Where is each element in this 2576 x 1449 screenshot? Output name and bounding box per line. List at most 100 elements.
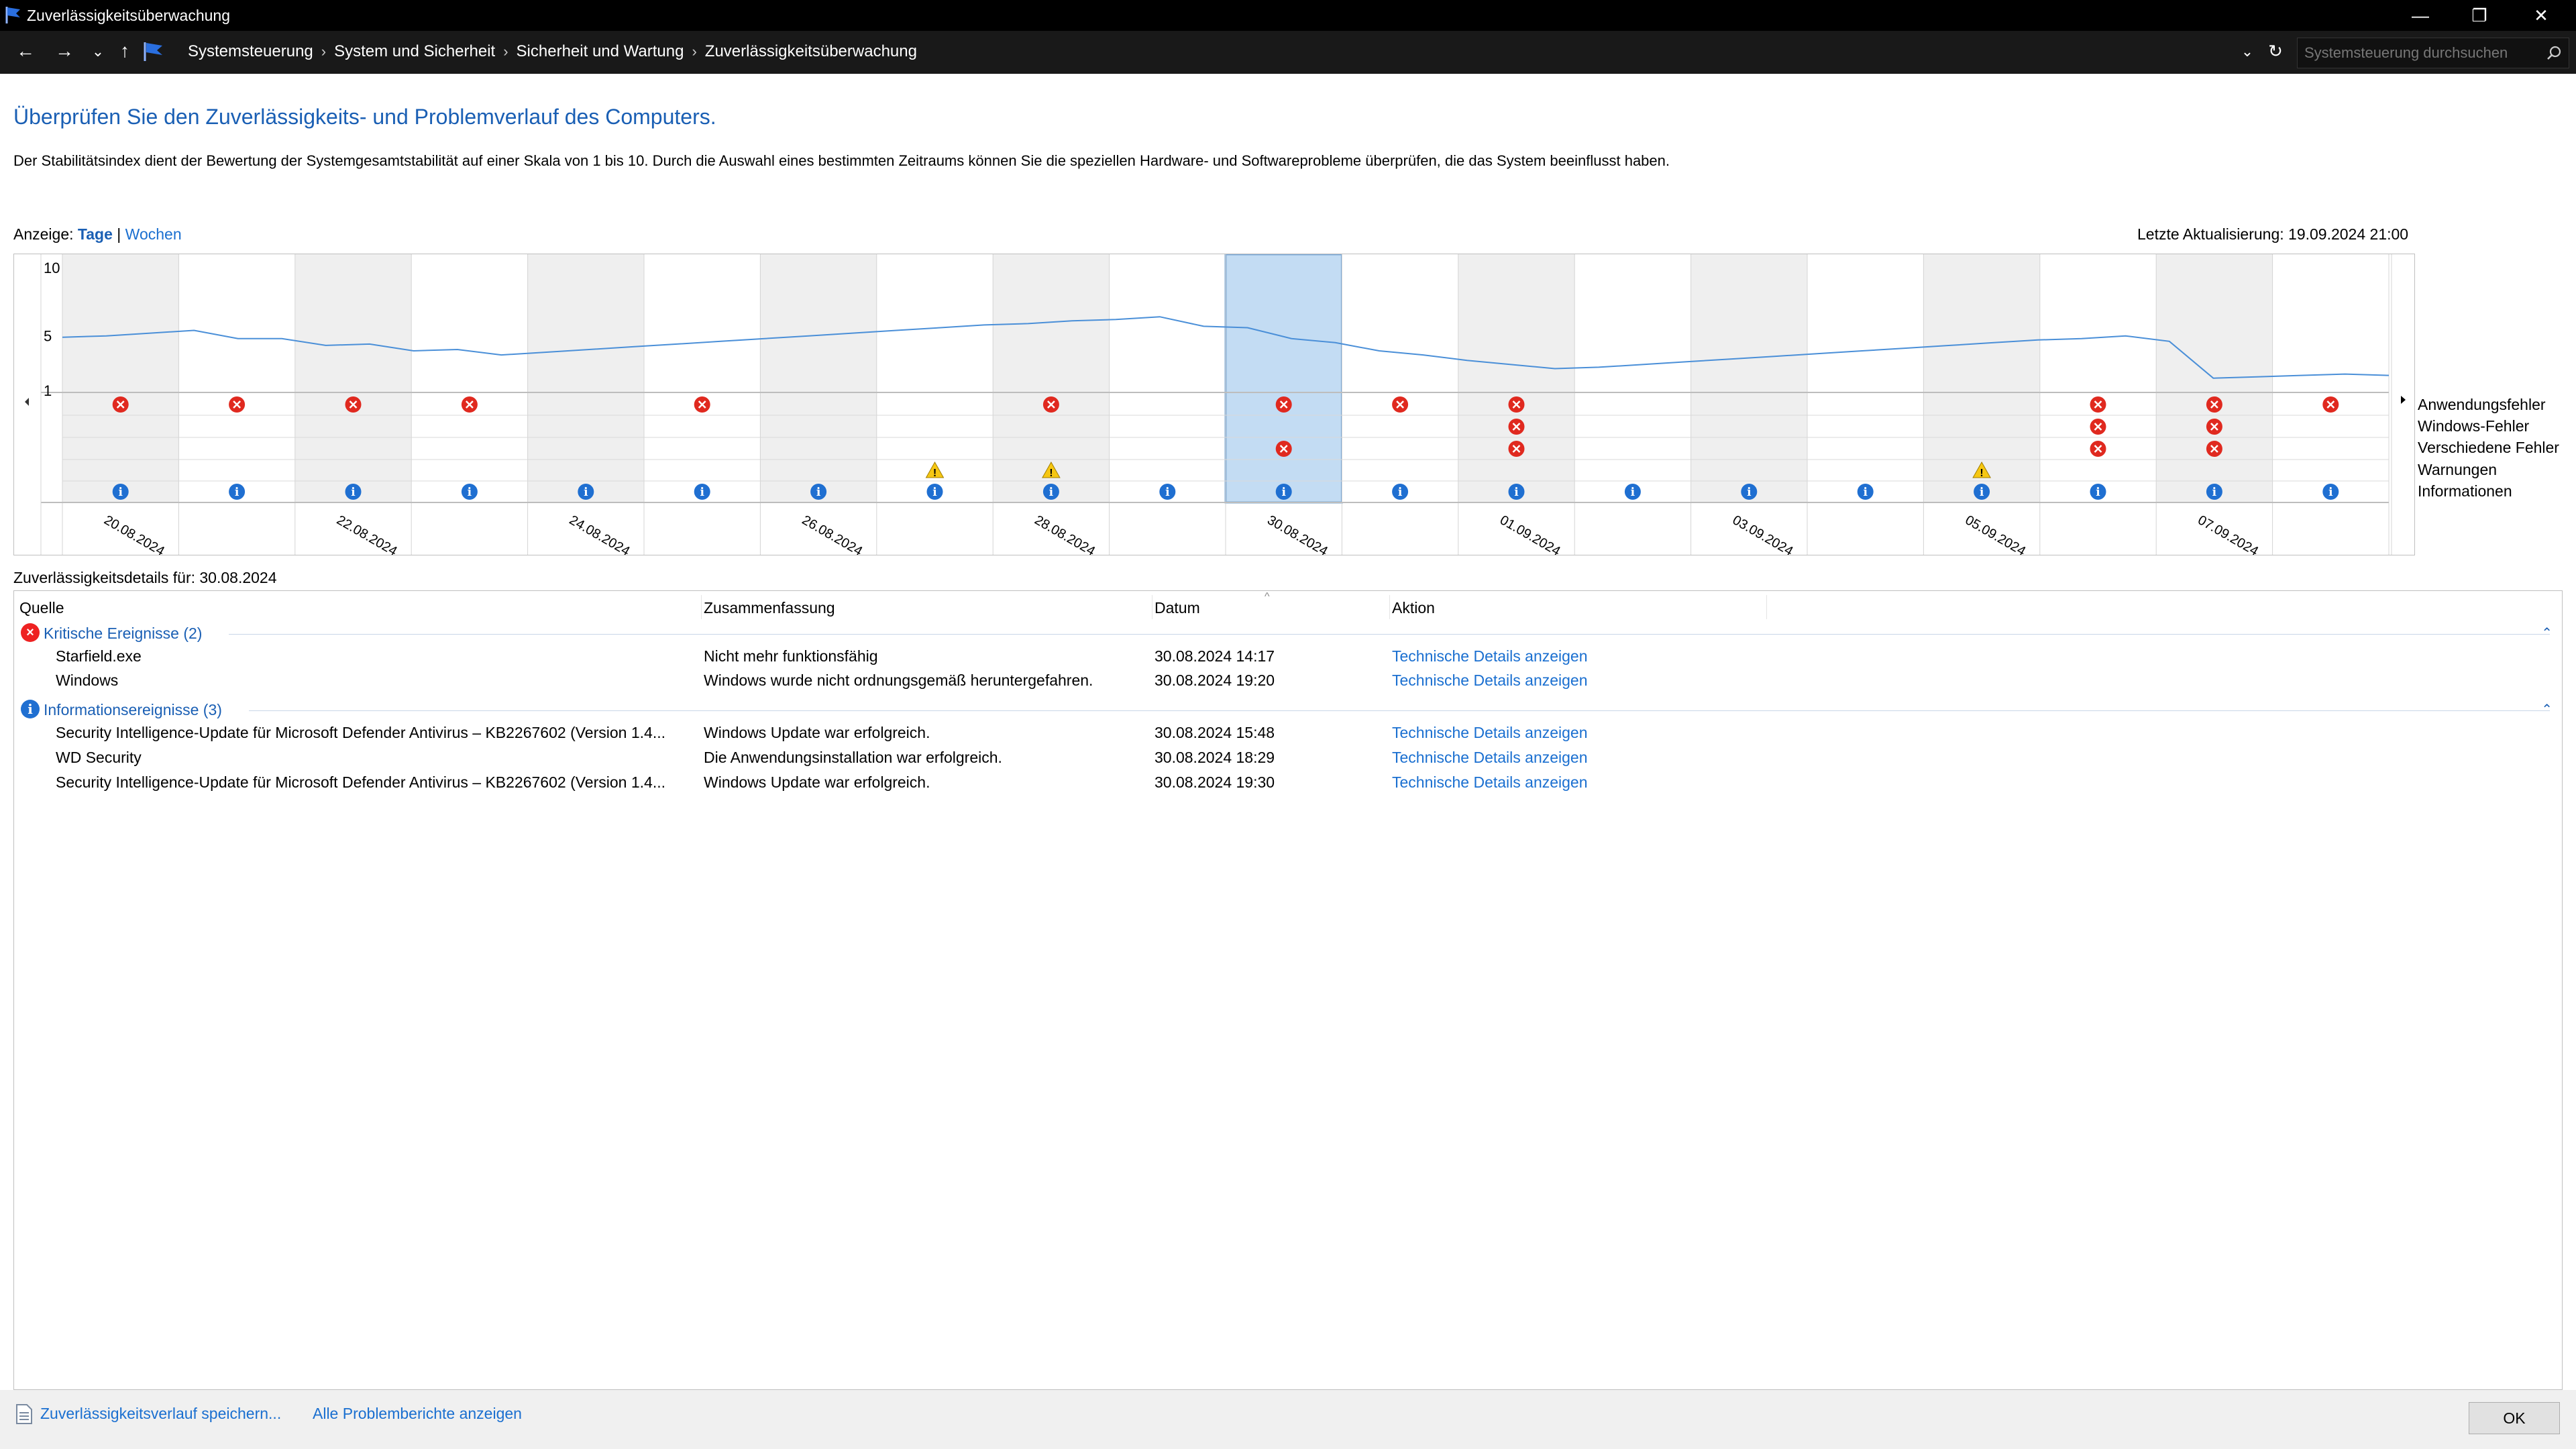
info-mark: i bbox=[816, 486, 821, 499]
info-mark: i bbox=[2328, 486, 2333, 499]
row-date: 30.08.2024 14:17 bbox=[1155, 647, 1275, 665]
row-source: Security Intelligence-Update für Microso… bbox=[56, 724, 665, 741]
column-divider[interactable] bbox=[1389, 595, 1390, 619]
technical-details-link[interactable]: Technische Details anzeigen bbox=[1392, 724, 1588, 742]
row-date: 30.08.2024 18:29 bbox=[1155, 749, 1275, 766]
technical-details-link[interactable]: Technische Details anzeigen bbox=[1392, 672, 1588, 690]
recent-chevron-icon[interactable]: ⌄ bbox=[85, 43, 111, 60]
info-mark: i bbox=[2212, 486, 2217, 499]
search-icon[interactable] bbox=[2546, 45, 2562, 61]
table-row[interactable]: Security Intelligence-Update für Microso… bbox=[14, 724, 2562, 748]
info-mark: i bbox=[235, 486, 239, 499]
day-column[interactable] bbox=[1342, 254, 1458, 502]
all-problem-reports-link[interactable]: Alle Problemberichte anzeigen bbox=[313, 1405, 522, 1423]
scroll-right-icon[interactable] bbox=[2401, 396, 2406, 404]
technical-details-link[interactable]: Technische Details anzeigen bbox=[1392, 749, 1588, 767]
day-column[interactable] bbox=[527, 254, 644, 502]
info-mark: i bbox=[700, 486, 704, 499]
up-arrow-icon[interactable]: ↑ bbox=[111, 40, 138, 62]
day-column[interactable] bbox=[1807, 254, 1924, 502]
column-header-date[interactable]: Datum bbox=[1155, 599, 1200, 617]
column-divider[interactable] bbox=[701, 595, 702, 619]
row-date: 30.08.2024 19:30 bbox=[1155, 773, 1275, 791]
day-column[interactable] bbox=[1574, 254, 1691, 502]
day-column[interactable] bbox=[644, 254, 761, 502]
save-history-link[interactable]: Zuverlässigkeitsverlauf speichern... bbox=[40, 1405, 281, 1423]
day-column[interactable] bbox=[760, 254, 877, 502]
search-input[interactable]: Systemsteuerung durchsuchen bbox=[2304, 44, 2508, 62]
column-header-summary[interactable]: Zusammenfassung bbox=[704, 599, 835, 617]
day-column[interactable] bbox=[411, 254, 528, 502]
day-column[interactable] bbox=[62, 254, 179, 502]
address-dropdown-icon[interactable]: ⌄ bbox=[2234, 43, 2261, 60]
footer-bar: Zuverlässigkeitsverlauf speichern... All… bbox=[0, 1390, 2576, 1449]
collapse-chevron-icon[interactable]: ⌃ bbox=[2541, 625, 2553, 641]
sort-up-icon: ^ bbox=[1265, 591, 1270, 602]
stability-chart-svg[interactable]: 10 5 1!! ! i i i i i i i i i i i i i i i i i i i i 20.08.2024 22.… bbox=[14, 253, 2414, 559]
info-mark: i bbox=[2096, 486, 2100, 499]
selected-day-column[interactable] bbox=[1224, 253, 1343, 504]
control-panel-flag-icon bbox=[144, 42, 162, 61]
table-row[interactable]: Security Intelligence-Update für Microso… bbox=[14, 773, 2562, 798]
restore-button[interactable]: ❐ bbox=[2458, 3, 2501, 28]
document-icon bbox=[37, 672, 52, 688]
close-button[interactable]: ✕ bbox=[2520, 3, 2563, 28]
column-divider[interactable] bbox=[1766, 595, 1767, 619]
legend-information: Informationen bbox=[2418, 482, 2512, 500]
warning-mark: ! bbox=[1980, 468, 1983, 479]
stability-chart[interactable]: 10 5 1!!! i i i i i i i i i i i i i i i i i i i i 20.08.2024 22.… bbox=[13, 253, 2415, 559]
table-row[interactable]: Starfield.exe Nicht mehr funktionsfähig … bbox=[14, 647, 2562, 672]
info-mark: i bbox=[1281, 486, 1286, 499]
x-tick-label: 01.09.2024 bbox=[1497, 513, 1563, 555]
day-column[interactable] bbox=[2272, 254, 2389, 502]
breadcrumb: Systemsteuerung › System und Sicherheit › Si… bbox=[188, 42, 917, 61]
technical-details-link[interactable]: Technische Details anzeigen bbox=[1392, 773, 1588, 792]
technical-details-link[interactable]: Technische Details anzeigen bbox=[1392, 647, 1588, 665]
forward-arrow-icon[interactable]: → bbox=[51, 40, 78, 62]
day-column[interactable] bbox=[294, 254, 412, 502]
breadcrumb-item[interactable]: Systemsteuerung bbox=[188, 42, 313, 61]
info-mark: i bbox=[1747, 486, 1752, 499]
view-days-link[interactable]: Tage bbox=[78, 225, 113, 243]
table-row[interactable]: Windows Windows wurde nicht ordnungsgemä… bbox=[14, 672, 2562, 696]
day-column[interactable] bbox=[1690, 254, 1807, 502]
row-summary: Windows Update war erfolgreich. bbox=[704, 773, 930, 791]
info-mark: i bbox=[1398, 486, 1403, 499]
breadcrumb-item[interactable]: Sicherheit und Wartung bbox=[517, 42, 684, 61]
group-critical-events[interactable]: × Kritische Ereignisse (2) ⌃ bbox=[14, 621, 2562, 647]
page-title: Überprüfen Sie den Zuverlässigkeits- und… bbox=[13, 105, 716, 129]
warning-mark: ! bbox=[1049, 468, 1053, 479]
info-mark: i bbox=[1980, 486, 1984, 499]
info-mark: i bbox=[1165, 486, 1170, 499]
x-tick-label: 26.08.2024 bbox=[800, 513, 865, 555]
column-header-source[interactable]: Quelle bbox=[19, 599, 64, 617]
search-box[interactable]: Systemsteuerung durchsuchen bbox=[2297, 38, 2569, 68]
day-column[interactable] bbox=[1458, 254, 1575, 502]
details-label: Zuverlässigkeitsdetails für: 30.08.2024 bbox=[13, 569, 277, 586]
ok-button[interactable]: OK bbox=[2469, 1402, 2560, 1434]
minimize-button[interactable]: — bbox=[2399, 3, 2442, 28]
info-mark: i bbox=[1631, 486, 1635, 499]
day-column[interactable] bbox=[178, 254, 295, 502]
back-arrow-icon[interactable]: ← bbox=[12, 40, 39, 62]
row-date: 30.08.2024 19:20 bbox=[1155, 672, 1275, 689]
view-weeks-link[interactable]: Wochen bbox=[125, 225, 182, 243]
breadcrumb-item[interactable]: Zuverlässigkeitsüberwachung bbox=[705, 42, 917, 61]
breadcrumb-item[interactable]: System und Sicherheit bbox=[334, 42, 495, 61]
document-icon bbox=[37, 724, 52, 741]
collapse-chevron-icon[interactable]: ⌃ bbox=[2541, 701, 2553, 718]
refresh-icon[interactable]: ↻ bbox=[2262, 41, 2289, 62]
window-title: Zuverlässigkeitsüberwachung bbox=[27, 7, 230, 24]
chevron-right-icon: › bbox=[692, 43, 697, 60]
table-row[interactable]: WD Security Die Anwendungsinstallation w… bbox=[14, 749, 2562, 773]
group-information-events[interactable]: i Informationsereignisse (3) ⌃ bbox=[14, 697, 2562, 724]
title-bar: Zuverlässigkeitsüberwachung — ❐ ✕ bbox=[0, 0, 2576, 31]
column-header-action[interactable]: Aktion bbox=[1392, 599, 1435, 617]
day-column[interactable] bbox=[2039, 254, 2157, 502]
scroll-left-icon[interactable] bbox=[25, 398, 29, 406]
info-mark: i bbox=[932, 486, 937, 499]
group-title: Informationsereignisse (3) bbox=[44, 701, 222, 718]
x-tick-label: 28.08.2024 bbox=[1032, 513, 1097, 555]
day-column[interactable] bbox=[1109, 254, 1226, 502]
row-summary: Windows Update war erfolgreich. bbox=[704, 724, 930, 741]
